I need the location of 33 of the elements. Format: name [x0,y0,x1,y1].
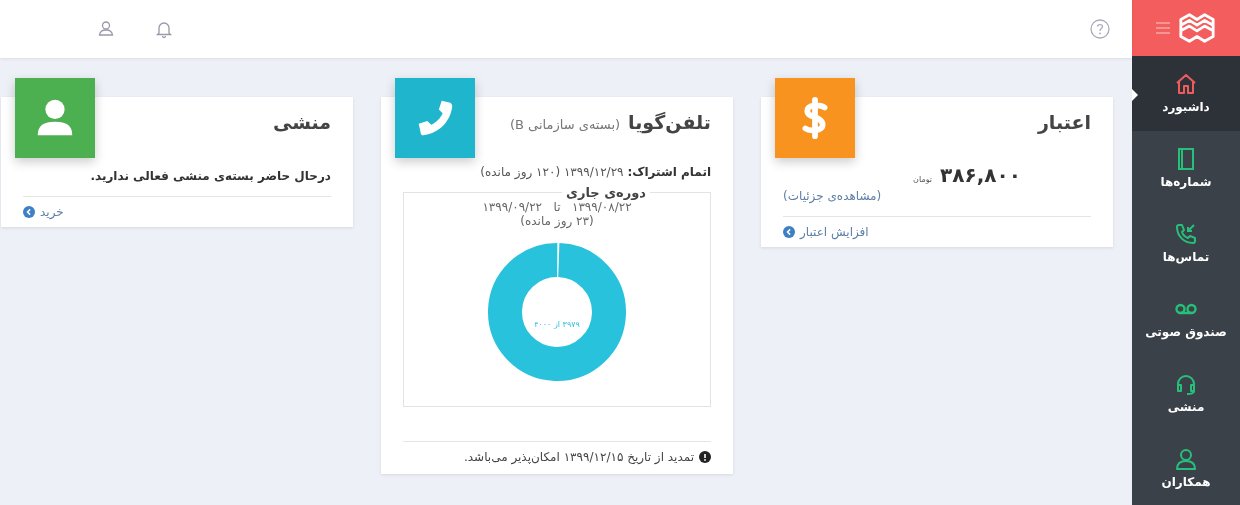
user-icon[interactable] [96,19,116,39]
home-icon [1174,72,1198,97]
sidebar-item[interactable]: داشبورد [1132,55,1240,131]
increase-credit-link[interactable]: افزایش اعتبار [783,225,869,239]
renewal-note: تمدید از تاریخ ۱۳۹۹/۱۲/۱۵ امکان‌پذیر می‌باشد. [464,450,694,464]
sidebar-item[interactable]: همکاران [1132,430,1240,505]
usage-reading: ۳۹۷۹ از ۴۰۰۰ [533,320,581,329]
sidebar-item[interactable]: تماس‌ها [1132,205,1240,281]
period-legend: دوره‌ی جاری [562,185,650,200]
balance-amount: ۳۸۶,۸۰۰ [940,163,1021,187]
no-package-message: درحال حاضر بسته‌ی منشی فعالی ندارید. [89,169,331,183]
help-icon[interactable] [1090,19,1110,39]
plan-label: (بسته‌ی سازمانی B) [509,117,621,132]
sidebar-item[interactable]: منشی [1132,355,1240,431]
incoming-call-icon [1174,221,1198,246]
card-title: منشی [272,111,331,133]
info-icon [699,451,711,463]
chevron-circle-icon [23,206,35,218]
sidebar-item[interactable]: صندوق صوتی [1132,280,1240,356]
card-title: اعتبار [1037,111,1091,133]
people-icon [1174,446,1198,471]
card-title: تلفن‌گویا [628,111,711,133]
subscription-expiry: اتمام اشتراک: ۱۳۹۹/۱۲/۲۹ (۱۲۰ روز مانده) [479,165,711,179]
buy-link[interactable]: خرید [23,205,64,219]
menu-icon[interactable] [1156,21,1170,34]
logo-icon[interactable] [1178,10,1216,45]
chevron-circle-icon [783,226,795,238]
period-range: ۱۳۹۹/۰۸/۲۲ تا ۱۳۹۹/۰۹/۲۲ [481,200,633,214]
currency-label: تومان [913,175,933,184]
bell-icon[interactable] [154,19,174,39]
details-link[interactable]: (مشاهده‌ی جزئیات) [783,189,882,203]
days-remaining: (۲۳ روز مانده) [519,214,595,228]
sidebar-item[interactable]: شماره‌ها [1132,130,1240,206]
